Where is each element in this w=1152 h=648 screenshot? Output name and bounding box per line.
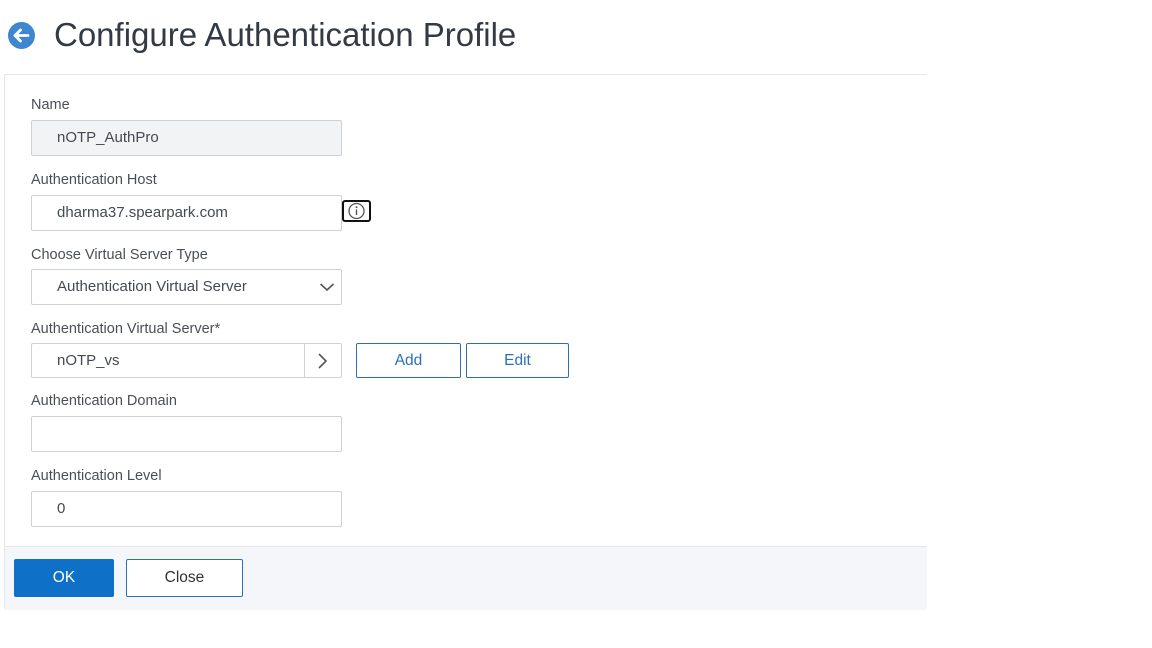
- form-footer: OK Close: [5, 546, 927, 610]
- vs-type-select[interactable]: Authentication Virtual Server: [31, 269, 342, 305]
- auth-level-label: Authentication Level: [31, 468, 162, 484]
- auth-vs-selector[interactable]: nOTP_vs: [31, 343, 342, 378]
- back-arrow-icon: [13, 28, 30, 43]
- back-button[interactable]: [8, 22, 35, 49]
- name-label: Name: [31, 97, 70, 113]
- auth-host-input[interactable]: dharma37.spearpark.com: [31, 195, 342, 231]
- vs-type-selected-value: Authentication Virtual Server: [57, 278, 247, 295]
- auth-host-info-button[interactable]: [342, 200, 371, 222]
- page-title: Configure Authentication Profile: [54, 16, 517, 53]
- chevron-right-icon: [318, 353, 328, 369]
- page-header: Configure Authentication Profile: [0, 0, 1152, 70]
- edit-vs-button[interactable]: Edit: [466, 343, 569, 378]
- name-field: nOTP_AuthPro: [31, 120, 342, 156]
- auth-host-label: Authentication Host: [31, 172, 157, 188]
- auth-vs-select-button[interactable]: [304, 344, 341, 377]
- form-panel: Name nOTP_AuthPro Authentication Host dh…: [4, 74, 927, 610]
- add-vs-button[interactable]: Add: [356, 343, 461, 378]
- chevron-down-icon: [319, 283, 335, 292]
- info-icon: [348, 202, 365, 220]
- auth-level-input[interactable]: 0: [31, 491, 342, 527]
- auth-domain-label: Authentication Domain: [31, 393, 177, 409]
- auth-vs-value: nOTP_vs: [57, 352, 120, 369]
- vs-type-label: Choose Virtual Server Type: [31, 247, 208, 263]
- close-button[interactable]: Close: [126, 559, 243, 597]
- auth-vs-label: Authentication Virtual Server*: [31, 321, 221, 337]
- ok-button[interactable]: OK: [14, 559, 114, 597]
- auth-domain-input[interactable]: [31, 416, 342, 452]
